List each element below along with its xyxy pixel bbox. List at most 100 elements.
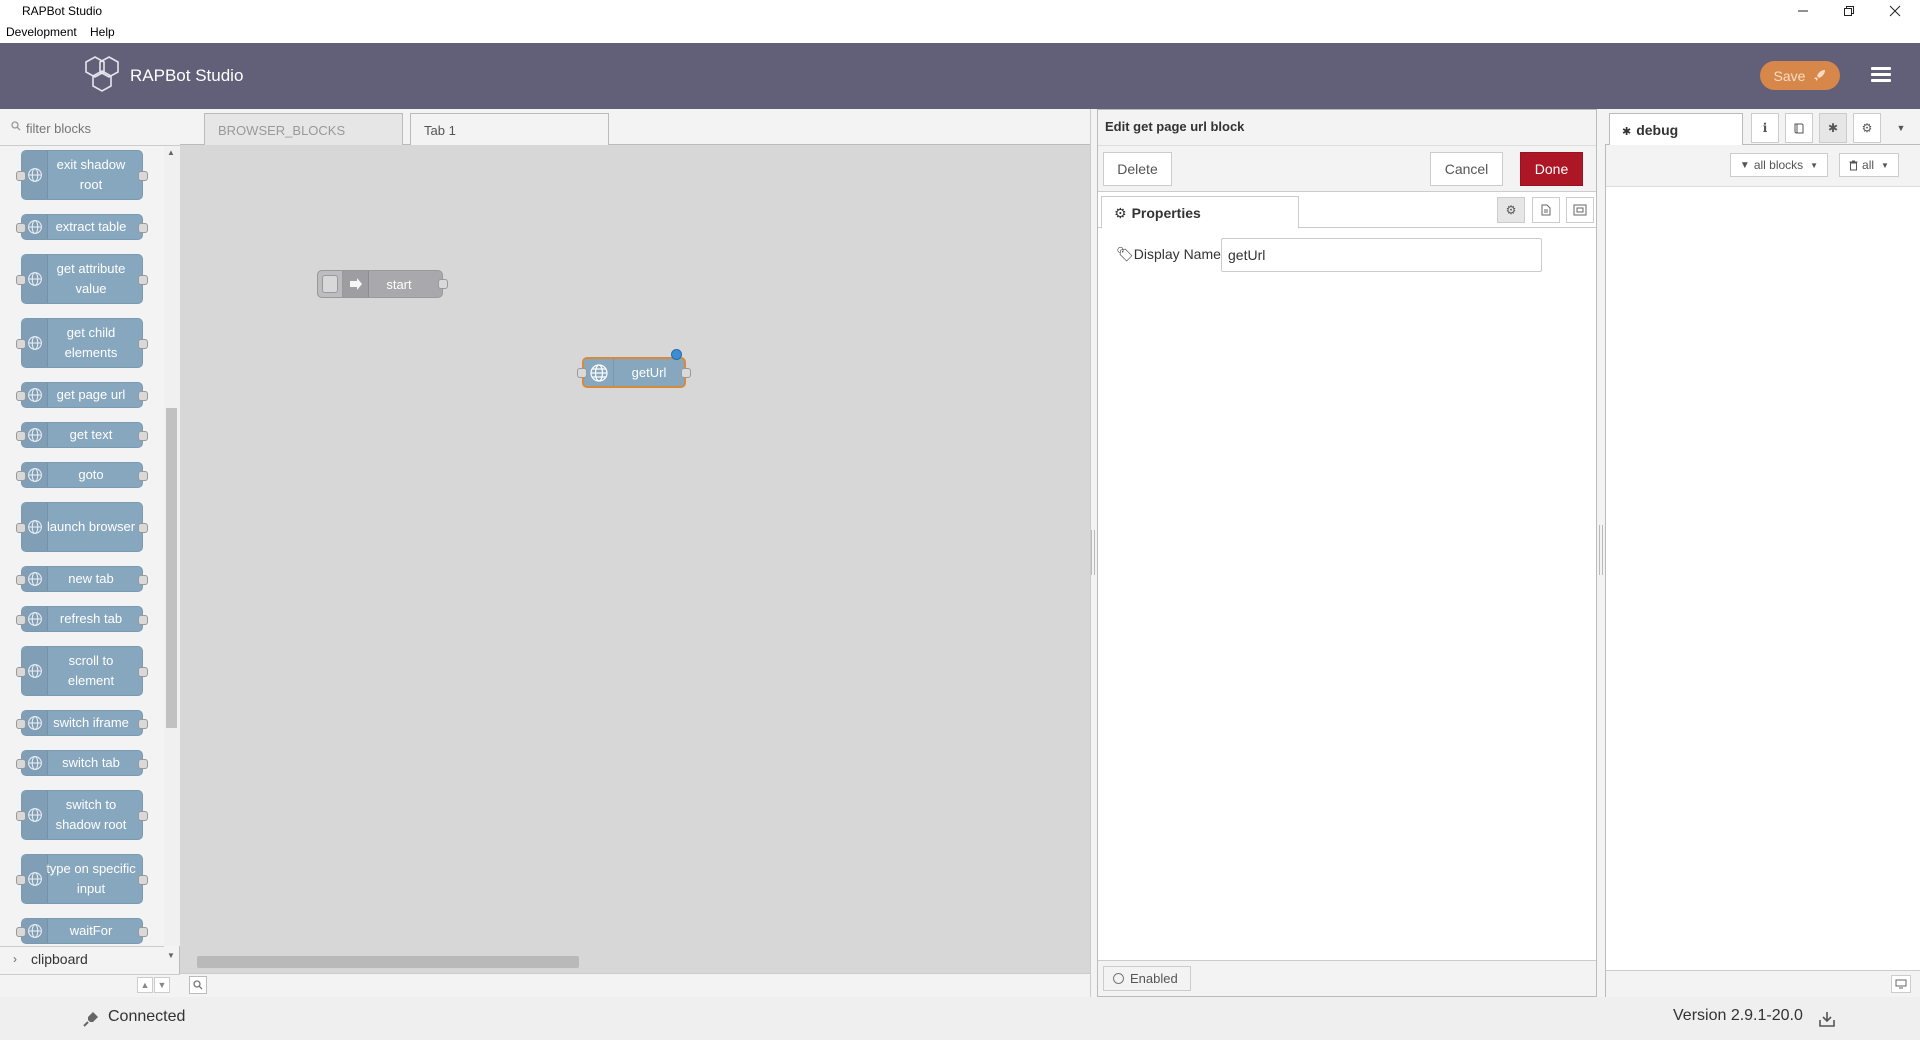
palette-node[interactable]: exit shadow root <box>16 150 148 200</box>
flow-node-start[interactable]: start <box>317 270 448 298</box>
output-port <box>138 223 148 233</box>
node-appearance-button[interactable] <box>1566 197 1594 223</box>
input-port <box>16 223 26 233</box>
display-name-label: 🏷Display Name <box>1116 246 1221 263</box>
hamburger-icon-bar <box>1871 79 1891 82</box>
tab-properties[interactable]: ⚙ Properties <box>1101 196 1299 229</box>
palette-node[interactable]: switch tab <box>16 750 148 776</box>
palette-node[interactable]: goto <box>16 462 148 488</box>
palette-node[interactable]: extract table <box>16 214 148 240</box>
palette-node-label: scroll to element <box>67 653 115 688</box>
palette-node[interactable]: get text <box>16 422 148 448</box>
search-icon <box>193 980 203 990</box>
bug-icon: ✱ <box>1827 121 1839 135</box>
info-tab-button[interactable]: i <box>1751 113 1779 143</box>
palette-node[interactable]: scroll to element <box>16 646 148 696</box>
palette-node[interactable]: get child elements <box>16 318 148 368</box>
close-button[interactable] <box>1872 0 1918 22</box>
debug-tab-button[interactable]: ✱ <box>1819 113 1847 143</box>
input-port[interactable] <box>577 368 587 378</box>
open-debug-window-button[interactable] <box>1891 975 1911 993</box>
splitter-grip[interactable] <box>1091 530 1095 575</box>
display-name-input[interactable] <box>1221 238 1542 272</box>
sidebar-more-button[interactable]: ▼ <box>1887 113 1915 143</box>
help-tab-button[interactable] <box>1785 113 1813 143</box>
input-port <box>16 811 26 821</box>
cancel-button[interactable]: Cancel <box>1430 152 1503 186</box>
node-description-button[interactable] <box>1532 197 1560 223</box>
tab-browser-blocks[interactable]: BROWSER_BLOCKS <box>204 113 403 146</box>
filter-blocks-input[interactable] <box>24 117 164 139</box>
workspace-hscroll-thumb[interactable] <box>197 956 579 968</box>
display-name-label-text: Display Name <box>1133 246 1221 262</box>
palette-node[interactable]: waitFor <box>16 918 148 944</box>
document-icon <box>1541 204 1551 216</box>
hamburger-icon-bar <box>1871 73 1891 76</box>
palette-node-label: get child elements <box>64 325 118 360</box>
restore-icon <box>1844 6 1854 16</box>
collapse-all-button[interactable]: ▲ <box>137 977 153 993</box>
workspace-footer <box>180 973 1090 997</box>
done-button[interactable]: Done <box>1520 152 1583 186</box>
delete-button[interactable]: Delete <box>1103 152 1172 186</box>
palette-node-label: get attribute value <box>56 261 126 296</box>
output-port <box>138 275 148 285</box>
clear-label: all <box>1862 158 1875 172</box>
palette-node[interactable]: get page url <box>16 382 148 408</box>
input-port <box>16 391 26 401</box>
chevron-down-icon: ▼ <box>157 980 167 990</box>
palette-node[interactable]: type on specific input <box>16 854 148 904</box>
output-port <box>138 615 148 625</box>
output-port[interactable] <box>438 279 448 289</box>
tab-label: Properties <box>1131 205 1201 221</box>
config-tab-button[interactable]: ⚙ <box>1853 113 1881 143</box>
search-flows-button[interactable] <box>189 976 207 994</box>
tab-debug[interactable]: ✱ debug <box>1609 113 1743 146</box>
inject-trigger-button[interactable] <box>317 270 343 298</box>
output-port <box>138 339 148 349</box>
palette-node[interactable]: launch browser <box>16 502 148 552</box>
save-button[interactable]: Save <box>1760 61 1840 90</box>
palette-node[interactable]: switch to shadow root <box>16 790 148 840</box>
palette-node[interactable]: new tab <box>16 566 148 592</box>
palette-node-label: waitFor <box>69 923 113 938</box>
input-port <box>16 431 26 441</box>
minimize-button[interactable] <box>1780 0 1826 22</box>
input-port <box>16 875 26 885</box>
input-port <box>16 927 26 937</box>
output-port <box>138 667 148 677</box>
hamburger-icon <box>1871 67 1891 70</box>
version-label: Version 2.9.1-20.0 <box>1673 1007 1803 1024</box>
input-port <box>16 523 26 533</box>
palette-node[interactable]: refresh tab <box>16 606 148 632</box>
expand-all-button[interactable]: ▼ <box>154 977 170 993</box>
palette-node-label: get text <box>69 427 113 442</box>
restore-button[interactable] <box>1826 0 1872 22</box>
app-name: RAPBot Studio <box>130 66 244 85</box>
palette-node[interactable]: get attribute value <box>16 254 148 304</box>
tab-1[interactable]: Tab 1 <box>410 113 609 146</box>
scroll-down-icon: ▼ <box>167 951 175 960</box>
menu-help[interactable]: Help <box>90 25 115 39</box>
input-port <box>16 339 26 349</box>
debug-filter-dropdown[interactable]: ▼ all blocks ▼ <box>1730 153 1828 177</box>
output-port <box>138 927 148 937</box>
clear-debug-dropdown[interactable]: all ▼ <box>1839 153 1899 177</box>
palette-node[interactable]: switch iframe <box>16 710 148 736</box>
download-icon[interactable] <box>1818 1010 1836 1028</box>
menubar <box>0 22 1920 43</box>
output-port <box>138 523 148 533</box>
output-port[interactable] <box>681 368 691 378</box>
output-port <box>138 575 148 585</box>
menu-development[interactable]: Development <box>6 25 77 39</box>
workspace-canvas[interactable] <box>180 145 1090 953</box>
flow-node-geturl[interactable]: getUrl <box>577 357 691 388</box>
tab-label: debug <box>1636 122 1679 138</box>
enabled-toggle[interactable]: Enabled <box>1103 966 1191 991</box>
enabled-label: Enabled <box>1130 971 1178 986</box>
gear-icon: ⚙ <box>1861 121 1873 135</box>
palette-scroll-thumb[interactable] <box>166 408 177 728</box>
node-settings-button[interactable]: ⚙ <box>1497 197 1525 223</box>
splitter-grip[interactable] <box>1599 525 1603 575</box>
main-menu-button[interactable] <box>1868 64 1894 86</box>
